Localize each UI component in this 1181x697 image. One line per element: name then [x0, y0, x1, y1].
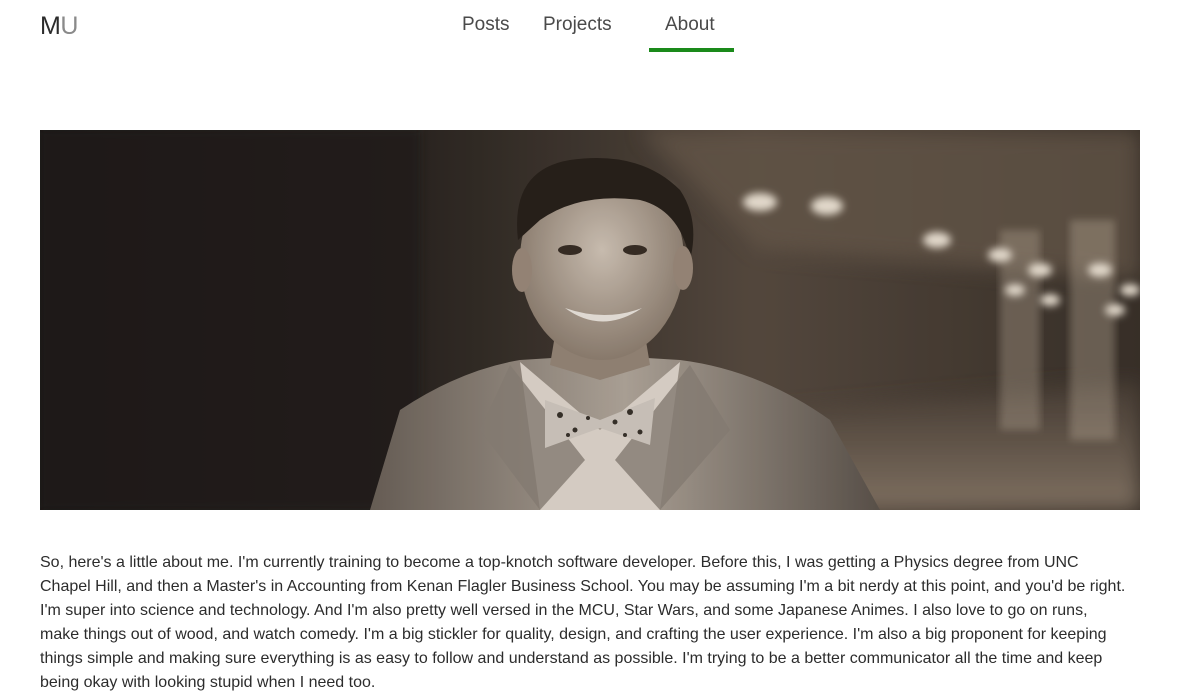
logo-letter-m: M [40, 12, 61, 40]
nav-item-about[interactable]: About [649, 0, 734, 52]
nav-item-projects[interactable]: Projects [527, 0, 649, 52]
hero-portrait-photo [40, 130, 1140, 510]
about-paragraph: So, here's a little about me. I'm curren… [40, 554, 1126, 691]
nav-item-posts[interactable]: Posts [446, 0, 527, 52]
site-header: MU Posts Projects About [0, 0, 1181, 60]
logo-letter-u: U [60, 12, 78, 40]
main-nav: Posts Projects About [446, 0, 734, 52]
page: MU Posts Projects About So, here's a lit… [0, 0, 1181, 697]
site-logo[interactable]: MU [40, 12, 78, 40]
portrait-image [40, 130, 1140, 510]
